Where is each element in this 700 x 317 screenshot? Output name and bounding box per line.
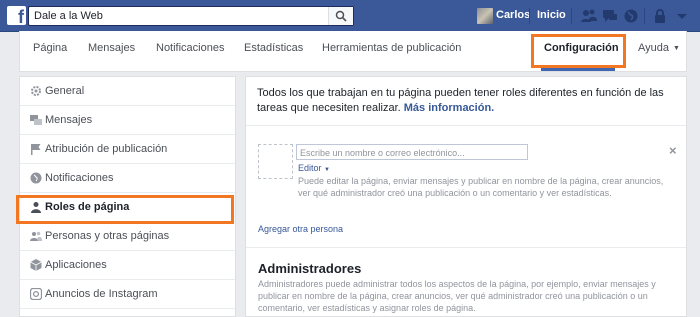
cube-icon bbox=[30, 259, 42, 271]
divider bbox=[246, 125, 686, 126]
search-button[interactable] bbox=[328, 7, 353, 25]
sidebar-item-label: Mensajes bbox=[45, 114, 93, 126]
divider bbox=[529, 8, 530, 24]
sidebar-item-aplicaciones[interactable]: Aplicaciones bbox=[20, 251, 235, 280]
sidebar-item-label: Aplicaciones bbox=[45, 259, 107, 271]
sidebar-item-label: General bbox=[45, 85, 85, 97]
close-icon[interactable]: × bbox=[669, 143, 677, 158]
tab-mensajes[interactable]: Mensajes bbox=[88, 42, 135, 54]
flag-icon bbox=[31, 144, 41, 155]
gear-icon bbox=[31, 86, 41, 96]
divider bbox=[246, 247, 686, 248]
tab-ayuda-label: Ayuda bbox=[638, 42, 669, 54]
sidebar-item-anuncios-instagram[interactable]: Anuncios de Instagram bbox=[20, 280, 235, 309]
sidebar-item-mensajes[interactable]: Mensajes bbox=[20, 106, 235, 135]
sidebar-item-atribucion[interactable]: Atribución de publicación bbox=[20, 135, 235, 164]
instagram-icon bbox=[30, 288, 42, 300]
account-menu-icon[interactable] bbox=[673, 7, 691, 25]
sidebar-item-label: Anuncios de Instagram bbox=[45, 288, 158, 300]
tab-notificaciones[interactable]: Notificaciones bbox=[156, 42, 224, 54]
facebook-logo-icon[interactable]: f bbox=[7, 6, 26, 27]
tab-estadisticas[interactable]: Estadísticas bbox=[244, 42, 303, 54]
name-or-email-field[interactable] bbox=[296, 144, 529, 160]
people-icon bbox=[30, 231, 42, 241]
sidebar-item-notificaciones[interactable]: Notificaciones bbox=[20, 164, 235, 193]
intro-text: Todos los que trabajan en tu página pued… bbox=[257, 86, 677, 116]
tab-ayuda[interactable]: Ayuda ▼ bbox=[638, 42, 680, 54]
privacy-lock-icon[interactable] bbox=[651, 7, 669, 25]
sidebar-item-label: Personas y otras páginas bbox=[45, 230, 170, 242]
globe-icon bbox=[30, 172, 42, 184]
role-description: Puede editar la página, enviar mensajes … bbox=[298, 176, 664, 198]
more-info-link[interactable]: Más información. bbox=[404, 102, 494, 114]
messages-icon bbox=[30, 115, 42, 125]
search-box[interactable]: Dale a la Web bbox=[28, 6, 354, 26]
active-tab-indicator bbox=[541, 68, 615, 71]
home-link[interactable]: Inicio bbox=[537, 9, 566, 21]
sidebar-item-label: Notificaciones bbox=[45, 172, 114, 184]
search-input[interactable]: Dale a la Web bbox=[34, 10, 103, 22]
page-roles-panel: Todos los que trabajan en tu página pued… bbox=[245, 76, 687, 317]
sidebar-item-personas[interactable]: Personas y otras páginas bbox=[20, 222, 235, 251]
chevron-down-icon: ▼ bbox=[324, 167, 330, 173]
notifications-globe-icon[interactable] bbox=[622, 7, 640, 25]
sidebar-item-general[interactable]: General bbox=[20, 77, 235, 106]
admins-description: Administradores puede administrar todos … bbox=[258, 279, 656, 313]
profile-photo-placeholder bbox=[258, 144, 293, 179]
admins-heading: Administradores bbox=[258, 261, 362, 276]
profile-link[interactable]: Carlos bbox=[496, 9, 530, 21]
search-icon bbox=[335, 10, 347, 22]
highlight-configuracion bbox=[531, 34, 626, 68]
avatar[interactable] bbox=[477, 8, 493, 24]
friend-requests-icon[interactable] bbox=[580, 7, 598, 25]
name-or-email-input[interactable] bbox=[297, 145, 529, 160]
tab-herramientas-de-publicacion[interactable]: Herramientas de publicación bbox=[322, 42, 461, 54]
messages-icon[interactable] bbox=[601, 7, 619, 25]
top-navigation-bar: f Dale a la Web Carlos Inicio bbox=[0, 0, 700, 32]
role-dropdown[interactable]: Editor ▼ bbox=[298, 163, 330, 173]
divider bbox=[644, 8, 645, 24]
divider bbox=[571, 8, 572, 24]
chevron-down-icon: ▼ bbox=[673, 44, 680, 52]
role-dropdown-label: Editor bbox=[298, 163, 322, 173]
tab-pagina[interactable]: Página bbox=[33, 42, 67, 54]
highlight-roles-de-pagina bbox=[16, 195, 234, 224]
sidebar-item-label: Atribución de publicación bbox=[45, 143, 168, 155]
add-person-link[interactable]: Agregar otra persona bbox=[258, 224, 343, 234]
